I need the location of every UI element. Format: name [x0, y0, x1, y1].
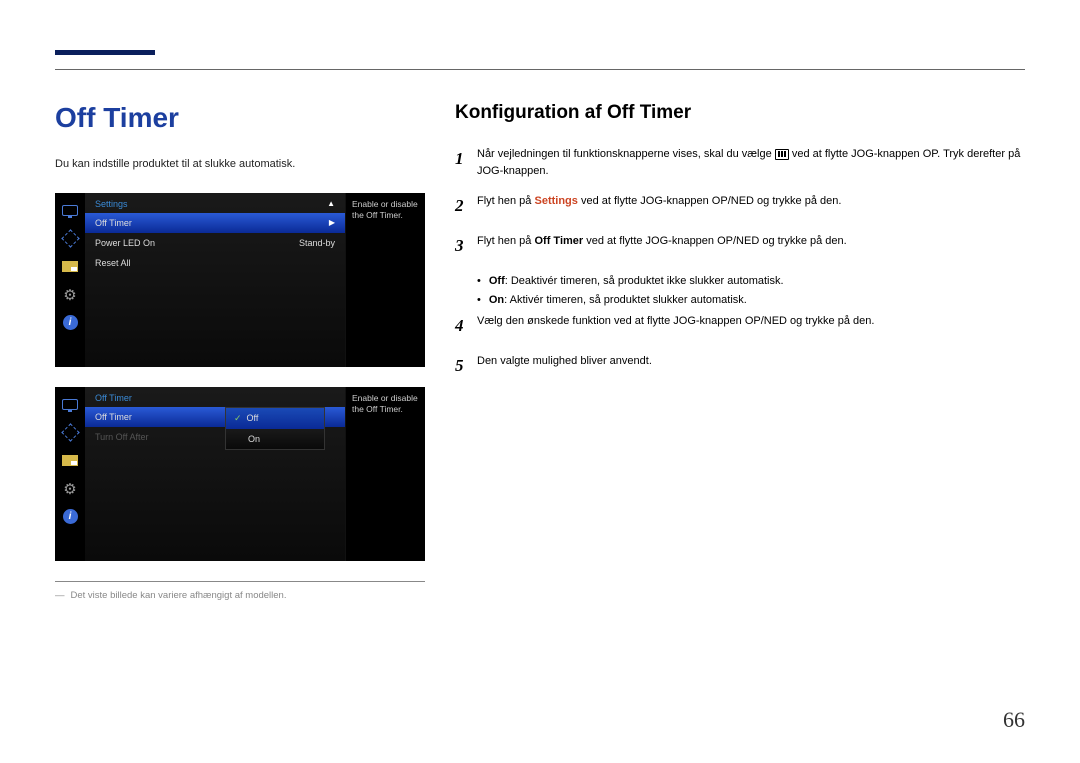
page-subtitle: Du kan indstille produktet til at slukke…: [55, 156, 425, 173]
picture-size-icon: [61, 231, 79, 247]
osd-row-value: Stand-by: [299, 238, 335, 248]
pip-icon: [61, 453, 79, 469]
osd-row-label: Turn Off After: [95, 432, 149, 442]
footnote-divider: [55, 581, 425, 582]
info-icon: i: [61, 315, 79, 331]
step-text: Når vejledningen til funktionsknapperne …: [477, 146, 1025, 179]
osd-row-off-timer[interactable]: Off Timer ▶: [85, 213, 345, 233]
pip-icon: [61, 259, 79, 275]
osd-sidebar-icons: ⚙ i: [55, 193, 85, 367]
menu-icon: [775, 149, 789, 160]
header-accent-bar: [55, 50, 155, 55]
osd-row-power-led[interactable]: Power LED On Stand-by: [85, 233, 345, 253]
scroll-up-icon: ▲: [327, 199, 335, 208]
bullet-off: Off: Deaktivér timeren, så produktet ikk…: [477, 272, 1025, 291]
picture-size-icon: [61, 425, 79, 441]
footnote: ― Det viste billede kan variere afhængig…: [55, 590, 425, 601]
step-5: 5 Den valgte mulighed bliver anvendt.: [455, 353, 1025, 379]
step-number: 2: [455, 193, 477, 219]
step-number: 4: [455, 313, 477, 339]
right-column: Konfiguration af Off Timer 1 Når vejledn…: [455, 102, 1025, 601]
step-4: 4 Vælg den ønskede funktion ved at flytt…: [455, 313, 1025, 339]
osd-row-label: Power LED On: [95, 238, 155, 248]
osd-row-label: Off Timer: [95, 218, 132, 228]
osd-breadcrumb-label: Settings: [95, 199, 128, 209]
step-2-highlight: Settings: [534, 195, 577, 207]
page-title: Off Timer: [55, 102, 425, 134]
step-text: Vælg den ønskede funktion ved at flytte …: [477, 313, 1025, 339]
left-column: Off Timer Du kan indstille produktet til…: [55, 102, 425, 601]
osd-description-text: Enable or disable the Off Timer.: [352, 393, 418, 414]
step-number: 5: [455, 353, 477, 379]
osd-description-text: Enable or disable the Off Timer.: [352, 199, 418, 220]
step-1: 1 Når vejledningen til funktionsknappern…: [455, 146, 1025, 179]
step-3-bold: Off Timer: [534, 235, 583, 247]
bullet-on: On: Aktivér timeren, så produktet slukke…: [477, 291, 1025, 310]
monitor-icon: [61, 397, 79, 413]
osd-settings-screenshot: ⚙ i Settings ▲ Off Timer ▶ Power LED On …: [55, 193, 425, 367]
chevron-right-icon: ▶: [329, 218, 335, 227]
page-number: 66: [1003, 707, 1025, 733]
footnote-dash: ―: [55, 590, 65, 601]
osd-description-panel: Enable or disable the Off Timer.: [345, 387, 425, 561]
step-number: 3: [455, 233, 477, 259]
osd-breadcrumb-label: Off Timer: [95, 393, 132, 403]
osd-row-label: Off Timer: [95, 412, 132, 422]
step-3-text-b: ved at flytte JOG-knappen OP/NED og tryk…: [586, 235, 846, 247]
osd-breadcrumb: Settings ▲: [85, 193, 345, 213]
bullet-off-highlight: Off: [489, 275, 505, 287]
step-text: Flyt hen på Off Timer ved at flytte JOG-…: [477, 233, 1025, 259]
bullet-off-text: : Deaktivér timeren, så produktet ikke s…: [505, 275, 784, 287]
footnote-text: Det viste billede kan variere afhængigt …: [71, 590, 287, 601]
submenu-option-off[interactable]: ✓ Off: [226, 408, 324, 429]
info-icon: i: [61, 509, 79, 525]
step-2: 2 Flyt hen på Settings ved at flytte JOG…: [455, 193, 1025, 219]
osd-main-panel: Settings ▲ Off Timer ▶ Power LED On Stan…: [85, 193, 345, 367]
header-divider: [55, 69, 1025, 70]
step-1-text-a: Når vejledningen til funktionsknapperne …: [477, 148, 775, 160]
step-text: Flyt hen på Settings ved at flytte JOG-k…: [477, 193, 1025, 219]
submenu-option-label: Off: [247, 413, 259, 423]
gear-icon: ⚙: [61, 287, 79, 303]
gear-icon: ⚙: [61, 481, 79, 497]
osd-breadcrumb: Off Timer: [85, 387, 345, 407]
section-title: Konfiguration af Off Timer: [455, 102, 1025, 124]
osd-row-label: Reset All: [95, 258, 131, 268]
osd-description-panel: Enable or disable the Off Timer.: [345, 193, 425, 367]
osd-offtimer-screenshot: ⚙ i Off Timer Off Timer Turn Off After ✓…: [55, 387, 425, 561]
osd-row-reset-all[interactable]: Reset All: [85, 253, 345, 273]
step-2-text-b: ved at flytte JOG-knappen OP/NED og tryk…: [581, 195, 841, 207]
step-text: Den valgte mulighed bliver anvendt.: [477, 353, 1025, 379]
osd-submenu: ✓ Off On: [225, 407, 325, 450]
bullet-on-bold: On: [489, 294, 504, 306]
submenu-option-label: On: [248, 434, 260, 444]
step-number: 1: [455, 146, 477, 179]
step-2-text-a: Flyt hen på: [477, 195, 534, 207]
bullet-on-text: : Aktivér timeren, så produktet slukker …: [504, 294, 747, 306]
osd-sidebar-icons: ⚙ i: [55, 387, 85, 561]
step-3: 3 Flyt hen på Off Timer ved at flytte JO…: [455, 233, 1025, 259]
step-3-text-a: Flyt hen på: [477, 235, 534, 247]
monitor-icon: [61, 203, 79, 219]
check-icon: ✓: [234, 413, 242, 424]
bullet-list: Off: Deaktivér timeren, så produktet ikk…: [477, 272, 1025, 309]
submenu-option-on[interactable]: On: [226, 429, 324, 449]
osd-main-panel: Off Timer Off Timer Turn Off After ✓ Off…: [85, 387, 345, 561]
